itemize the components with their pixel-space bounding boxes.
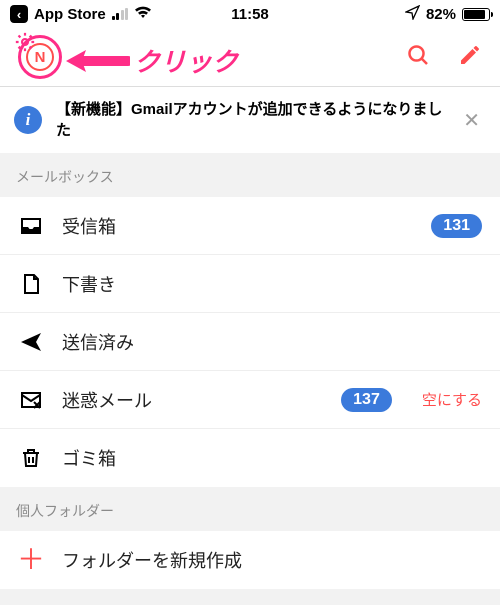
close-icon[interactable]: ✕ (457, 104, 486, 137)
account-avatar-button[interactable]: N (18, 35, 62, 79)
sent-icon (18, 330, 44, 354)
mailboxes-list: 受信箱 131 下書き 送信済み 迷惑メール 137 空にする ゴミ箱 (0, 197, 500, 487)
mailbox-inbox[interactable]: 受信箱 131 (0, 197, 500, 255)
personal-folders-list: ＋ フォルダーを新規作成 (0, 531, 500, 589)
battery-icon (462, 8, 490, 21)
unread-badge: 137 (341, 388, 392, 412)
compose-icon[interactable] (458, 43, 482, 72)
spam-icon (18, 388, 44, 412)
mailbox-label: 迷惑メール (62, 387, 323, 413)
mailbox-label: ゴミ箱 (62, 445, 482, 471)
mailbox-label: 送信済み (62, 329, 482, 355)
trash-icon (18, 446, 44, 470)
status-bar: ‹ App Store 11:58 82% (0, 0, 500, 28)
new-folder-button[interactable]: ＋ フォルダーを新規作成 (0, 531, 500, 589)
cell-signal-icon (112, 8, 129, 20)
inbox-icon (18, 214, 44, 238)
section-mailboxes-label: メールボックス (0, 153, 500, 197)
mailbox-sent[interactable]: 送信済み (0, 313, 500, 371)
info-banner[interactable]: i 【新機能】Gmailアカウントが追加できるようになりました ✕ (0, 86, 500, 153)
back-to-app-label[interactable]: App Store (34, 6, 106, 23)
clock: 11:58 (231, 6, 269, 23)
new-folder-label: フォルダーを新規作成 (62, 547, 482, 573)
wifi-icon (134, 5, 152, 24)
banner-text: 【新機能】Gmailアカウントが追加できるようになりました (56, 99, 443, 141)
unread-badge: 131 (431, 214, 482, 238)
back-to-app-icon[interactable]: ‹ (10, 5, 28, 23)
plus-icon: ＋ (18, 546, 44, 574)
annotation-text: クリック (134, 42, 238, 79)
gear-icon (14, 31, 36, 58)
annotation-arrow: クリック (64, 42, 238, 79)
search-icon[interactable] (406, 43, 430, 72)
empty-spam-button[interactable]: 空にする (422, 389, 482, 410)
section-personal-label: 個人フォルダー (0, 487, 500, 531)
mailbox-trash[interactable]: ゴミ箱 (0, 429, 500, 487)
mailbox-label: 受信箱 (62, 213, 413, 239)
location-icon (405, 5, 420, 24)
app-header: N クリック (0, 28, 500, 86)
battery-percent: 82% (426, 6, 456, 23)
mailbox-spam[interactable]: 迷惑メール 137 空にする (0, 371, 500, 429)
mailbox-label: 下書き (62, 271, 482, 297)
drafts-icon (18, 272, 44, 296)
info-icon: i (14, 106, 42, 134)
mailbox-drafts[interactable]: 下書き (0, 255, 500, 313)
